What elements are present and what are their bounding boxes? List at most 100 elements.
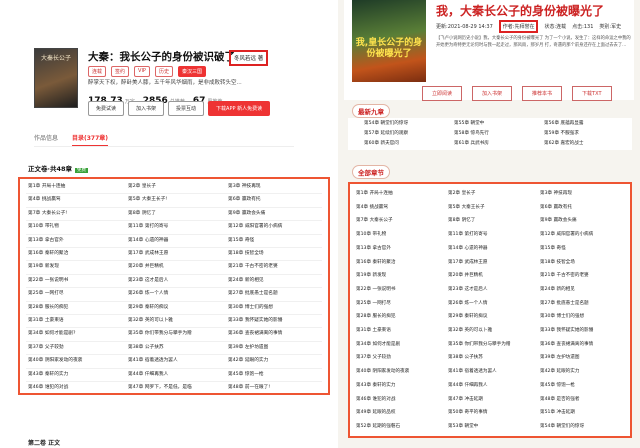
chapter-link[interactable]: 第51章 冲击延期	[540, 409, 575, 415]
chapter-link[interactable]: 第39章 左护坊遗图	[540, 354, 579, 360]
chapter-link[interactable]: 第23章 这才是后人	[448, 286, 487, 292]
chapter-link[interactable]: 第28章 服长的痴犯	[356, 313, 395, 319]
chapter-link[interactable]: 第27章 批底愚士是名题	[540, 300, 589, 306]
download-txt-button[interactable]: 下载TXT	[572, 86, 612, 101]
chapter-link[interactable]: 第20章 并巨精机	[128, 263, 164, 269]
chapter-link[interactable]: 第39章 左护坊遗图	[228, 344, 268, 350]
tag[interactable]: 签约	[111, 66, 130, 77]
recommend-button[interactable]: 推荐本书	[522, 86, 563, 101]
chapter-link[interactable]: 第24章 新的相见	[228, 277, 264, 283]
chapter-link[interactable]: 第18章 技智全场	[228, 250, 264, 256]
chapter-link[interactable]: 第40章 阴阳家发动的夜袭	[28, 357, 82, 363]
chapter-link[interactable]: 第33章 我怀疑实她的影懵	[228, 317, 282, 323]
chapter-link[interactable]: 第5章 大秦王长子!	[128, 196, 167, 202]
chapter-link[interactable]: 第41章 宿着透透为罢人	[448, 368, 497, 374]
chapter-link[interactable]: 第56章 底蕴再显露	[544, 120, 583, 126]
chapter-link[interactable]: 第22章 一张说明书	[28, 277, 68, 283]
chapter-link[interactable]: 第37章 父子较劲	[28, 344, 64, 350]
chapter-link[interactable]: 第36章 查丧裙满离的事情	[228, 330, 282, 336]
free-read-button[interactable]: 免费试读	[88, 101, 125, 116]
chapter-link[interactable]: 第35章 你们带我分与攀手为赠	[128, 330, 192, 336]
chapter-link[interactable]: 第38章 公子扶苏	[448, 354, 483, 360]
chapter-link[interactable]: 第26章 炼一个人情	[128, 290, 168, 296]
chapter-link[interactable]: 第29章 秦轩的痴议	[448, 313, 487, 319]
vote-button[interactable]: 投票互动	[168, 101, 205, 116]
chapter-link[interactable]: 第17章 武成林王愿	[448, 259, 487, 265]
add-shelf-button[interactable]: 加入书架	[128, 101, 165, 116]
tag[interactable]: 连载	[88, 66, 107, 77]
chapter-link[interactable]: 第45章 惊饱一枪	[540, 382, 575, 388]
chapter-link[interactable]: 第58章 惊鸟先行	[454, 130, 489, 136]
chapter-link[interactable]: 第48章 前一在眼了!	[228, 384, 270, 390]
chapter-link[interactable]: 第14章 心遗的神器	[448, 245, 487, 251]
chapter-link[interactable]: 第53章 朝堂中	[448, 423, 478, 429]
tab-catalog[interactable]: 目录(377章)	[72, 133, 109, 147]
tag[interactable]: 秦汉三国	[177, 66, 206, 77]
chapter-link[interactable]: 第2章 皇长子	[448, 190, 475, 196]
chapter-link[interactable]: 第13章 拿古官外	[356, 245, 391, 251]
chapter-link[interactable]: 第54章 朝堂们的惊讶	[364, 120, 408, 126]
chapter-link[interactable]: 第4章 挑战赢驾	[356, 204, 388, 210]
chapter-link[interactable]: 第4章 挑战赢驾	[28, 196, 61, 202]
chapter-link[interactable]: 第11章 第打的寄号	[448, 231, 487, 237]
chapter-link[interactable]: 第47章 冲击延期	[448, 396, 483, 402]
book-cover[interactable]: 我,皇长公子的身份被曝光了	[352, 0, 426, 82]
chapter-link[interactable]: 第59章 不服强求	[544, 130, 579, 136]
chapter-link[interactable]: 第52章 延期的强磐石	[356, 423, 400, 429]
chapter-link[interactable]: 第62章 嘉宏的战士	[544, 140, 583, 146]
chapter-link[interactable]: 第6章 赢政有托	[228, 196, 261, 202]
chapter-link[interactable]: 第35章 你们带我分与攀手为赠	[448, 341, 510, 347]
chapter-link[interactable]: 第17章 武成林王愿	[128, 250, 168, 256]
chapter-link[interactable]: 第28章 服长的痴犯	[28, 304, 68, 310]
chapter-link[interactable]: 第25章 一网打尽	[28, 290, 64, 296]
chapter-link[interactable]: 第37章 父子较劲	[356, 354, 391, 360]
chapter-link[interactable]: 第15章 奇怪	[540, 245, 566, 251]
book-cover[interactable]: 大秦长公子	[34, 48, 78, 108]
chapter-link[interactable]: 第38章 公子扶苏	[128, 344, 164, 350]
chapter-link[interactable]: 第6章 赢政有托	[540, 204, 572, 210]
chapter-link[interactable]: 第10章 带礼物	[356, 231, 386, 237]
add-shelf-button[interactable]: 加入书架	[472, 86, 513, 101]
chapter-link[interactable]: 第60章 新夫官问	[364, 140, 399, 146]
chapter-link[interactable]: 第55章 朝堂中	[454, 120, 484, 126]
chapter-link[interactable]: 第3章 神技再现	[540, 190, 572, 196]
chapter-link[interactable]: 第24章 新的相见	[540, 286, 575, 292]
author-name[interactable]: 冬风若远 著	[229, 50, 269, 66]
chapter-link[interactable]: 第2章 皇长子	[128, 183, 156, 189]
chapter-link[interactable]: 第22章 一张说明书	[356, 286, 395, 292]
chapter-link[interactable]: 第9章 赢政会头痛	[540, 217, 577, 223]
chapter-link[interactable]: 第21章 千古不密的老婆	[540, 272, 589, 278]
chapter-link[interactable]: 第3章 神技再现	[228, 183, 261, 189]
chapter-link[interactable]: 第43章 秦轩的实力	[356, 382, 395, 388]
chapter-link[interactable]: 第19章 新发现	[28, 263, 59, 269]
chapter-link[interactable]: 第50章 奇平的事情	[448, 409, 487, 415]
chapter-link[interactable]: 第21章 千古不密的老婆	[228, 263, 278, 269]
chapter-link[interactable]: 第49章 延眼的品权	[356, 409, 395, 415]
chapter-link[interactable]: 第16章 秦轩的聚洽	[28, 250, 68, 256]
chapter-link[interactable]: 第12章 威阳官署的小病病	[228, 223, 282, 229]
author-name[interactable]: 作者:先拜誉在	[498, 20, 539, 33]
chapter-link[interactable]: 第31章 土豪束语	[28, 317, 64, 323]
chapter-link[interactable]: 第7章 大秦长公子!	[28, 210, 67, 216]
chapter-link[interactable]: 第11章 第打的寄号	[128, 223, 168, 229]
chapter-link[interactable]: 第16章 秦轩的聚洽	[356, 259, 395, 265]
chapter-link[interactable]: 第34章 如何才能是剧?	[28, 330, 75, 336]
chapter-link[interactable]: 第40章 阴阳家发动的夜袭	[356, 368, 409, 374]
chapter-link[interactable]: 第43章 秦轩的实力	[28, 371, 68, 377]
chapter-link[interactable]: 第10章 带礼物	[28, 223, 59, 229]
chapter-link[interactable]: 第27章 批底愚士是名题	[228, 290, 278, 296]
chapter-link[interactable]: 第32章 英的可以卜雅	[448, 327, 492, 333]
tag[interactable]: 历史	[154, 66, 173, 77]
chapter-link[interactable]: 第20章 并巨精机	[448, 272, 483, 278]
chapter-link[interactable]: 第25章 一网打尽	[356, 300, 391, 306]
chapter-link[interactable]: 第9章 赢政会头痛	[228, 210, 265, 216]
chapter-link[interactable]: 第46章 谁犯的对战	[356, 396, 395, 402]
chapter-link[interactable]: 第29章 秦轩的痴议	[128, 304, 168, 310]
chapter-link[interactable]: 第31章 土豪束语	[356, 327, 391, 333]
chapter-link[interactable]: 第13章 拿古官外	[28, 237, 64, 243]
chapter-link[interactable]: 第7章 大秦长公子	[356, 217, 393, 223]
tab-info[interactable]: 作品信息	[34, 133, 58, 147]
chapter-link[interactable]: 第57章 延续们的观察	[364, 130, 408, 136]
tag[interactable]: VIP	[134, 66, 150, 77]
chapter-link[interactable]: 第30章 博士们的强想	[228, 304, 273, 310]
